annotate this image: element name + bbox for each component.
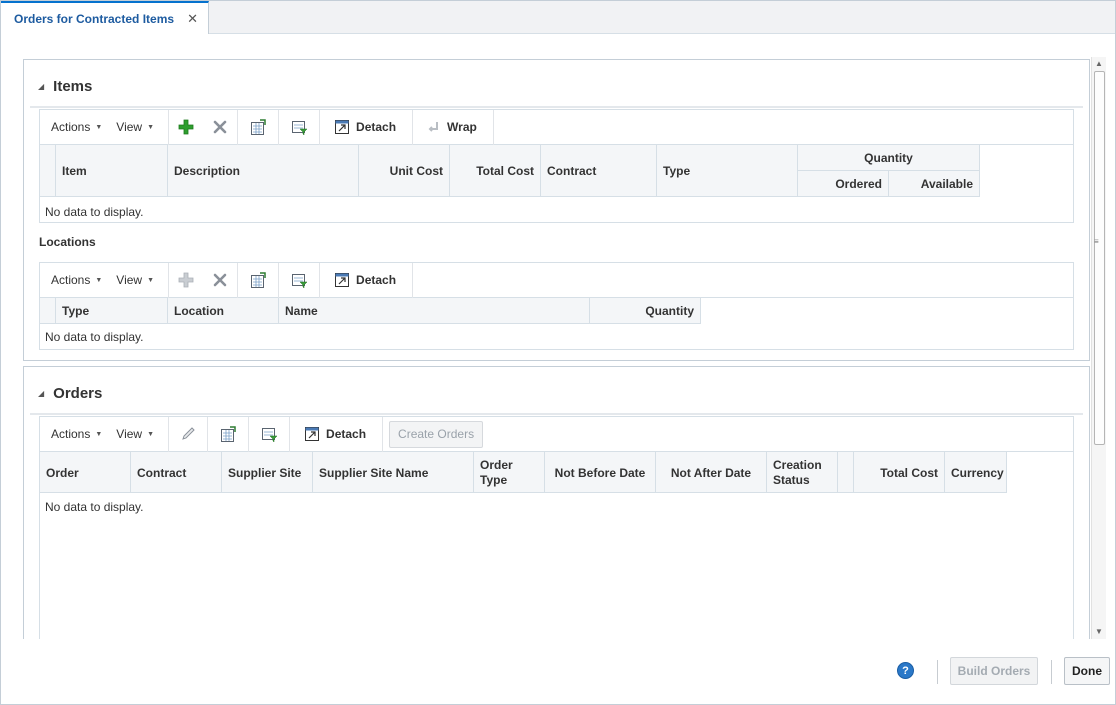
items-toolbar: Actions ▼ View ▼ Detach Wrap [40,109,1073,145]
create-orders-button[interactable]: Create Orders [389,420,484,448]
column-header-supplier-site[interactable]: Supplier Site [222,452,313,493]
orders-toolbar: Actions ▼ View ▼ Detach Create Orders [40,416,1073,452]
content-area: ◢ Items Actions ▼ View ▼ Detach Wrap Ite… [23,59,1091,639]
column-header-supplier-site-name[interactable]: Supplier Site Name [313,452,474,493]
column-header-unit-cost[interactable]: Unit Cost [359,145,450,197]
items-panel: ◢ Items Actions ▼ View ▼ Detach Wrap Ite… [23,59,1090,361]
tab-label: Orders for Contracted Items [14,11,175,26]
add-icon[interactable] [169,263,203,298]
edit-icon[interactable] [169,417,207,452]
items-empty-message: No data to display. [45,205,144,219]
column-header-not-after-date[interactable]: Not After Date [656,452,767,493]
done-button[interactable]: Done [1064,657,1110,685]
tab-orders-for-contracted-items[interactable]: Orders for Contracted Items ✕ [1,1,209,34]
dialog-window: Orders for Contracted Items ✕ ◢ Items Ac… [0,0,1116,705]
query-by-example-icon[interactable] [249,417,289,452]
items-title: Items [53,77,93,95]
view-menu[interactable]: View ▼ [108,417,168,451]
column-header-creation-status[interactable]: Creation Status [767,452,838,493]
locations-toolbar: Actions ▼ View ▼ Detach [40,262,1073,298]
disclose-triangle-icon[interactable]: ◢ [38,389,44,398]
column-header-description[interactable]: Description [168,145,359,197]
export-icon[interactable] [208,417,248,452]
column-header-total-cost[interactable]: Total Cost [854,452,945,493]
orders-empty-message: No data to display. [45,500,144,514]
orders-table: Actions ▼ View ▼ Detach Create Orders Or… [39,416,1074,639]
actions-menu[interactable]: Actions ▼ [40,110,108,144]
locations-empty-message: No data to display. [45,330,144,344]
divider [492,109,494,145]
wrap-button[interactable]: Wrap [413,110,493,144]
scrollbar-thumb[interactable] [1094,71,1105,445]
column-header-currency[interactable]: Currency [945,452,1007,493]
column-header-contract[interactable]: Contract [541,145,657,197]
query-by-example-icon[interactable] [279,263,319,298]
dialog-footer: ? Build Orders Done [1,641,1115,704]
column-header-available[interactable]: Available [889,171,980,197]
view-menu[interactable]: View ▼ [108,110,168,144]
close-icon[interactable]: ✕ [187,11,198,27]
orders-panel: ◢ Orders Actions ▼ View ▼ Detach Create … [23,366,1090,639]
items-table: Actions ▼ View ▼ Detach Wrap Item Descri… [39,109,1074,223]
divider [30,413,1083,415]
divider [1051,660,1052,684]
actions-menu[interactable]: Actions ▼ [40,417,108,451]
column-header-order-type[interactable]: Order Type [474,452,545,493]
tab-strip: Orders for Contracted Items ✕ [1,1,1115,34]
detach-button[interactable]: Detach [320,263,412,297]
detach-button[interactable]: Detach [320,110,412,144]
build-orders-button[interactable]: Build Orders [950,657,1038,685]
column-header-total-cost[interactable]: Total Cost [450,145,541,197]
divider [30,106,1083,108]
column-header-contract[interactable]: Contract [131,452,222,493]
column-header-name[interactable]: Name [279,298,590,324]
divider [382,416,384,452]
delete-icon[interactable] [203,110,237,145]
add-icon[interactable] [169,110,203,145]
orders-grid-header: Order Contract Supplier Site Supplier Si… [40,452,1007,493]
column-header-type[interactable]: Type [657,145,798,197]
delete-icon[interactable] [203,263,237,298]
export-icon[interactable] [238,110,278,145]
scroll-up-icon[interactable]: ▲ [1095,59,1103,68]
locations-title: Locations [39,235,96,249]
column-header-location[interactable]: Location [168,298,279,324]
disclose-triangle-icon[interactable]: ◢ [38,82,44,91]
column-header-ordered[interactable]: Ordered [798,171,889,197]
vertical-scrollbar[interactable]: ▲ ≡ ▼ [1091,57,1106,639]
column-header-type[interactable]: Type [56,298,168,324]
items-header[interactable]: ◢ Items [38,76,92,96]
column-header-quantity[interactable]: Quantity [590,298,701,324]
locations-grid-header: Type Location Name Quantity [40,298,701,324]
query-by-example-icon[interactable] [279,110,319,145]
items-grid-header: Item Description Unit Cost Total Cost Co… [40,145,980,197]
orders-header[interactable]: ◢ Orders [38,383,102,403]
orders-title: Orders [53,384,103,402]
row-header-column [40,145,56,197]
help-icon[interactable]: ? [897,662,914,679]
detach-button[interactable]: Detach [290,417,382,451]
column-header-not-before-date[interactable]: Not Before Date [545,452,656,493]
divider [937,660,938,684]
column-header-blank [838,452,854,493]
scroll-down-icon[interactable]: ▼ [1095,627,1103,636]
divider [412,262,414,298]
column-group-quantity: Quantity [798,145,980,171]
actions-menu[interactable]: Actions ▼ [40,263,108,297]
view-menu[interactable]: View ▼ [108,263,168,297]
row-header-column [40,298,56,324]
column-header-item[interactable]: Item [56,145,168,197]
export-icon[interactable] [238,263,278,298]
column-header-order[interactable]: Order [40,452,131,493]
locations-table: Actions ▼ View ▼ Detach Type Location Na… [39,262,1074,350]
scrollbar-grip-icon: ≡ [1094,237,1099,246]
